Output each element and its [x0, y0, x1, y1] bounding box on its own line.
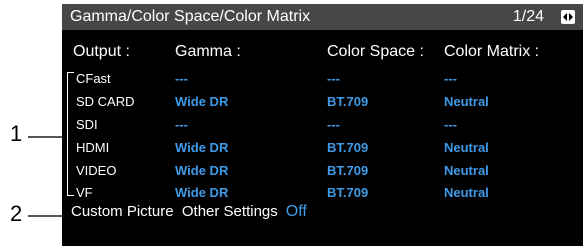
color-matrix-value: Neutral [444, 185, 489, 200]
header-gamma: Gamma : [175, 43, 241, 60]
menu-title: Gamma/Color Space/Color Matrix [70, 8, 311, 25]
output-label: SD CARD [76, 94, 135, 109]
gamma-value: Wide DR [175, 163, 229, 178]
color-space-value: BT.709 [327, 185, 369, 200]
header-color-matrix: Color Matrix : [444, 43, 540, 60]
color-space-value: BT.709 [327, 140, 369, 155]
gamma-value: Wide DR [175, 185, 229, 200]
header-color-space: Color Space : [327, 43, 424, 60]
page-switch-icon[interactable] [561, 10, 575, 24]
table-row: VIDEO Wide DR BT.709 Neutral [62, 163, 583, 183]
output-label: VF [76, 185, 93, 200]
header-output: Output : [73, 43, 130, 60]
page-indicator: 1/24 [512, 8, 544, 25]
color-matrix-value: Neutral [444, 94, 489, 109]
callout-2: 2 [10, 201, 23, 226]
color-space-value: --- [327, 117, 340, 132]
color-space-value: --- [327, 71, 340, 86]
custom-picture-row[interactable]: Custom Picture Other Settings Off [71, 203, 307, 221]
gamma-value: Wide DR [175, 140, 229, 155]
custom-picture-value: Off [285, 203, 307, 220]
color-space-value: BT.709 [327, 94, 369, 109]
gamma-value: Wide DR [175, 94, 229, 109]
table-row: CFast --- --- --- [62, 71, 583, 91]
gamma-value: --- [175, 117, 188, 132]
gamma-value: --- [175, 71, 188, 86]
output-label: CFast [76, 71, 111, 86]
menu-screen: Gamma/Color Space/Color Matrix 1/24 Outp… [62, 4, 583, 246]
output-label: SDI [76, 117, 98, 132]
custom-picture-label: Custom Picture Other Settings [71, 203, 278, 220]
table-row: SDI --- --- --- [62, 117, 583, 137]
color-matrix-value: Neutral [444, 140, 489, 155]
table-row: HDMI Wide DR BT.709 Neutral [62, 140, 583, 160]
callout-1: 1 [10, 121, 23, 146]
table-row: VF Wide DR BT.709 Neutral [62, 185, 583, 205]
color-matrix-value: --- [444, 117, 457, 132]
color-matrix-value: Neutral [444, 163, 489, 178]
color-matrix-value: --- [444, 71, 457, 86]
output-label: HDMI [76, 140, 110, 155]
output-label: VIDEO [76, 163, 117, 178]
title-bar: Gamma/Color Space/Color Matrix 1/24 [62, 4, 583, 30]
color-space-value: BT.709 [327, 163, 369, 178]
table-row: SD CARD Wide DR BT.709 Neutral [62, 94, 583, 114]
